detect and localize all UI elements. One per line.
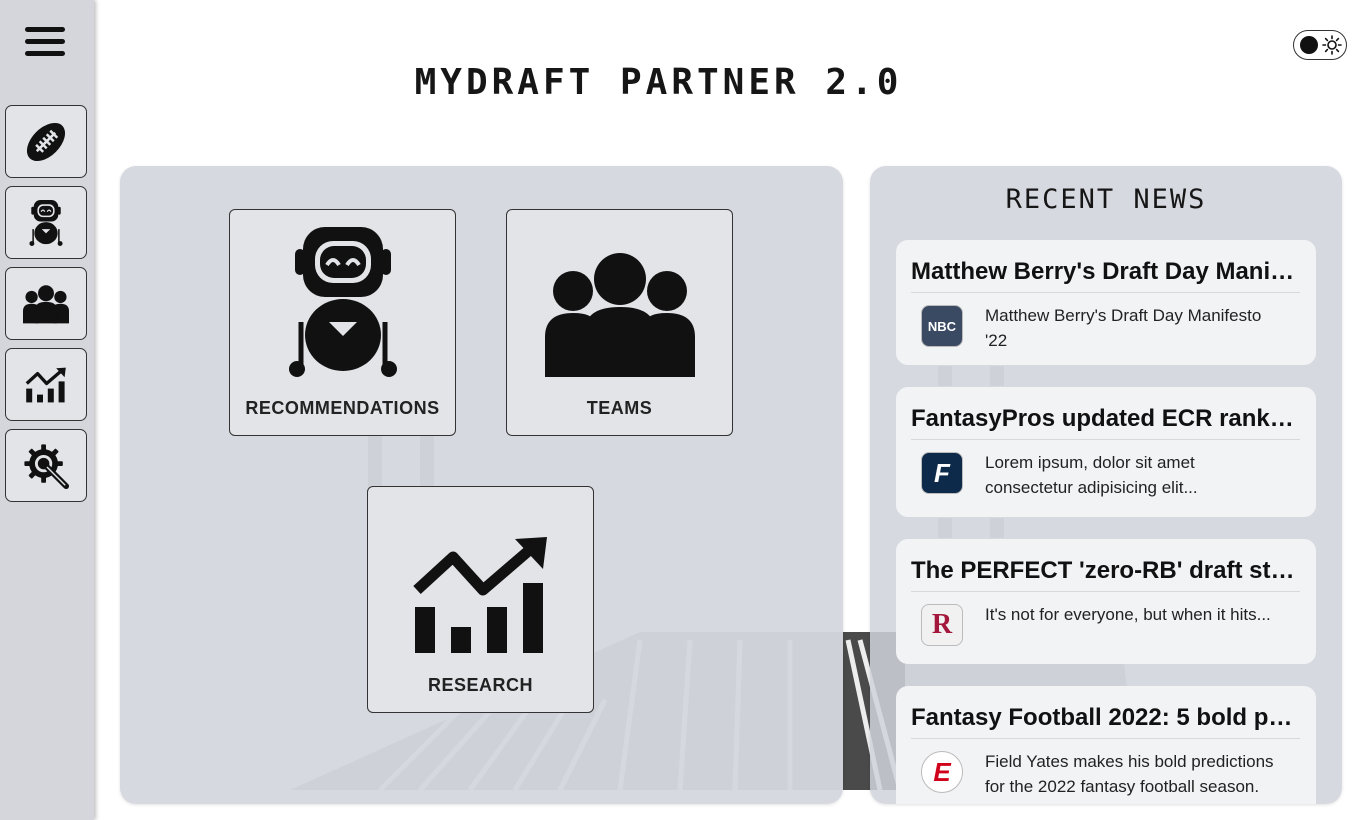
recommendations-label: RECOMMENDATIONS bbox=[245, 398, 440, 418]
sidebar bbox=[0, 0, 94, 820]
nbc-sports-logo: NBC bbox=[921, 305, 963, 347]
users-icon bbox=[23, 284, 69, 323]
sidebar-item-research[interactable] bbox=[5, 348, 87, 421]
recommendations-tile[interactable]: RECOMMENDATIONS bbox=[229, 209, 456, 436]
fantasypros-logo: F bbox=[921, 452, 963, 494]
users-icon bbox=[544, 253, 695, 377]
news-panel: RECENT NEWS Matthew Berry's Draft Day Ma… bbox=[870, 166, 1342, 804]
hamburger-menu-icon[interactable] bbox=[25, 27, 65, 63]
chart-growth-icon bbox=[25, 367, 66, 402]
theme-toggle[interactable] bbox=[1293, 30, 1347, 60]
research-label: RESEARCH bbox=[427, 675, 533, 695]
app-title: MYDRAFT PARTNER 2.0 bbox=[414, 62, 903, 103]
news-description: Field Yates makes his bold predictions f… bbox=[985, 752, 1274, 796]
news-title[interactable]: Fantasy Football 2022: 5 bold prediction… bbox=[911, 704, 1300, 739]
news-description: Matthew Berry's Draft Day Manifesto '22 bbox=[985, 306, 1262, 350]
football-icon bbox=[26, 122, 66, 161]
toggle-knob bbox=[1300, 36, 1318, 54]
news-card[interactable]: Matthew Berry's Draft Day Manifesto '22 … bbox=[896, 240, 1316, 365]
robot-icon bbox=[288, 227, 397, 377]
news-card[interactable]: FantasyPros updated ECR ranks for 2022 F… bbox=[896, 387, 1316, 517]
robot-icon bbox=[29, 199, 63, 246]
rotoworld-logo: R bbox=[921, 604, 963, 646]
sidebar-item-settings[interactable] bbox=[5, 429, 87, 502]
news-title[interactable]: Matthew Berry's Draft Day Manifesto '22 bbox=[911, 258, 1300, 293]
sidebar-item-recommendations[interactable] bbox=[5, 186, 87, 259]
sun-icon bbox=[1322, 35, 1342, 55]
news-description: It's not for everyone, but when it hits.… bbox=[985, 605, 1271, 624]
news-description: Lorem ipsum, dolor sit amet consectetur … bbox=[985, 453, 1198, 497]
espn-logo: E bbox=[921, 751, 963, 793]
main-panel: RECOMMENDATIONS TEAMS RESEARCH bbox=[120, 166, 843, 804]
page-title: MYDRAFT PARTNER 2.0 bbox=[0, 62, 1367, 103]
teams-label: TEAMS bbox=[586, 398, 653, 418]
sidebar-item-football[interactable] bbox=[5, 105, 87, 178]
news-title[interactable]: The PERFECT 'zero-RB' draft strategy bbox=[911, 557, 1300, 592]
research-tile[interactable]: RESEARCH bbox=[367, 486, 594, 713]
news-card[interactable]: Fantasy Football 2022: 5 bold prediction… bbox=[896, 686, 1316, 804]
sidebar-item-teams[interactable] bbox=[5, 267, 87, 340]
news-card[interactable]: The PERFECT 'zero-RB' draft strategy R I… bbox=[896, 539, 1316, 664]
chart-growth-icon bbox=[412, 537, 547, 653]
news-heading: RECENT NEWS bbox=[1005, 184, 1207, 215]
gear-wrench-icon bbox=[24, 443, 70, 489]
news-title[interactable]: FantasyPros updated ECR ranks for 2022 bbox=[911, 405, 1300, 440]
teams-tile[interactable]: TEAMS bbox=[506, 209, 733, 436]
